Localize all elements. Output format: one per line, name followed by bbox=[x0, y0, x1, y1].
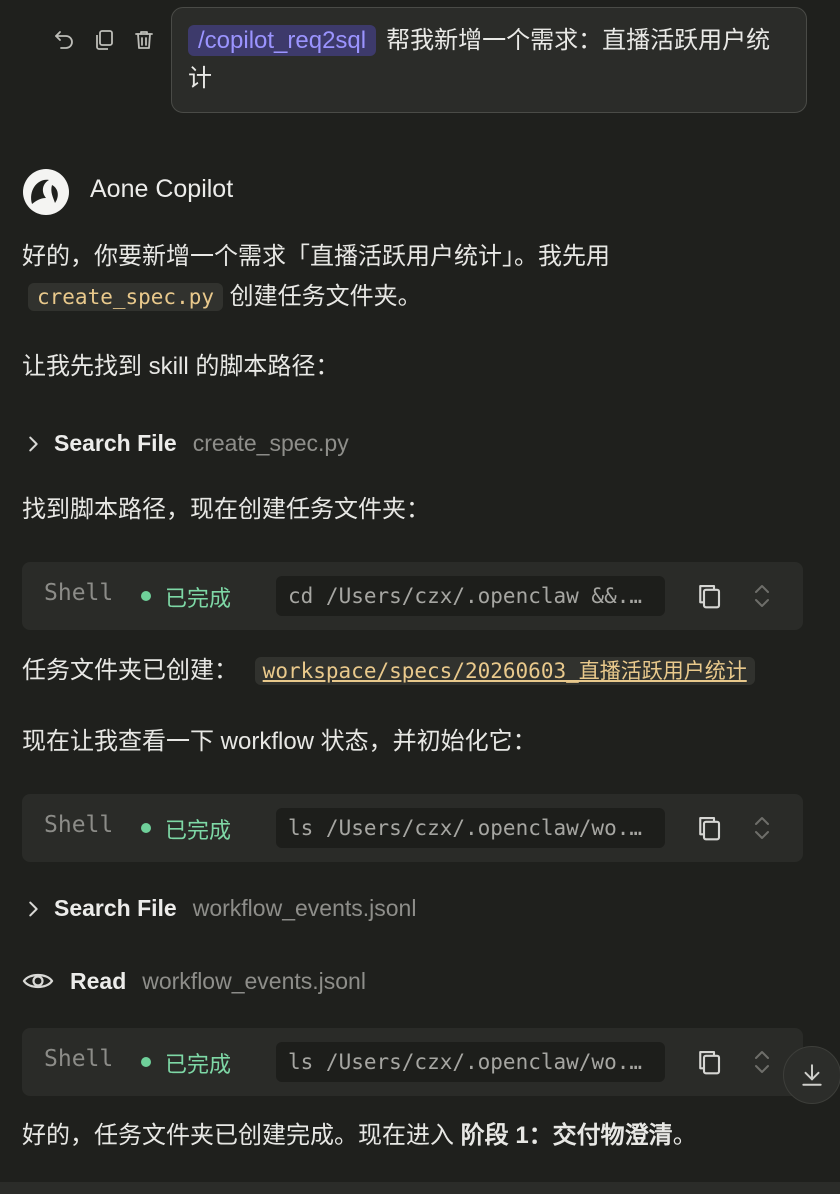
created-path-link[interactable]: workspace/specs/20260603_直播活跃用户统计 bbox=[254, 657, 755, 685]
status-badge: 已完成 bbox=[165, 1052, 232, 1077]
user-message-actions bbox=[50, 26, 158, 54]
copy-icon[interactable] bbox=[694, 813, 724, 843]
chevron-right-icon[interactable] bbox=[22, 898, 44, 920]
tool-target: workflow_events.jsonl bbox=[142, 967, 366, 994]
command-tag: /copilot_req2sql bbox=[188, 25, 377, 56]
status-badge: 已完成 bbox=[165, 586, 232, 611]
expand-collapse-icon[interactable] bbox=[750, 1048, 774, 1076]
copy-icon[interactable] bbox=[694, 1047, 724, 1077]
tool-target: workflow_events.jsonl bbox=[192, 895, 417, 921]
read-file-row[interactable]: Read workflow_events.jsonl bbox=[22, 965, 366, 997]
bottom-input-edge bbox=[0, 1182, 840, 1194]
arrow-down-icon bbox=[802, 1064, 822, 1086]
trash-icon[interactable] bbox=[130, 26, 158, 54]
final-text-line: 好的，任务文件夹已创建完成。现在进入 阶段 1：交付物澄清。 bbox=[22, 1116, 697, 1156]
shell-card-2[interactable]: Shell 已完成 ls /Users/czx/.openclaw/wo... bbox=[22, 794, 803, 862]
copilot-avatar bbox=[23, 169, 69, 215]
eye-icon bbox=[22, 973, 54, 989]
copy-icon[interactable] bbox=[90, 26, 118, 54]
final-text-tail: 。 bbox=[672, 1122, 697, 1149]
final-bold-text: 阶段 1：交付物澄清 bbox=[460, 1122, 673, 1149]
expand-collapse-icon[interactable] bbox=[750, 814, 774, 842]
intro-text-tail: 创建任务文件夹。 bbox=[223, 283, 422, 310]
undo-icon[interactable] bbox=[50, 26, 78, 54]
status-dot bbox=[141, 591, 151, 601]
tool-target: create_spec.py bbox=[192, 430, 349, 456]
chevron-right-icon[interactable] bbox=[22, 433, 44, 455]
search-file-row-1[interactable]: Search File create_spec.py bbox=[22, 430, 349, 457]
created-text-line: 任务文件夹已创建： workspace/specs/20260603_直播活跃用… bbox=[22, 651, 755, 691]
tool-name: Read bbox=[70, 967, 127, 994]
shell-label: Shell bbox=[44, 812, 114, 838]
scroll-to-bottom-button[interactable] bbox=[783, 1046, 840, 1104]
shell-card-3[interactable]: Shell 已完成 ls /Users/czx/.openclaw/wo... bbox=[22, 1028, 803, 1096]
tool-name: Search File bbox=[54, 895, 177, 921]
find-skill-text: 让我先找到 skill 的脚本路径： bbox=[22, 353, 340, 380]
workflow-text: 现在让我查看一下 workflow 状态，并初始化它： bbox=[22, 728, 537, 755]
assistant-name: Aone Copilot bbox=[90, 175, 234, 203]
final-text: 好的，任务文件夹已创建完成。现在进入 bbox=[22, 1122, 461, 1149]
copy-icon[interactable] bbox=[694, 581, 724, 611]
expand-collapse-icon[interactable] bbox=[750, 582, 774, 610]
shell-card-1[interactable]: Shell 已完成 cd /Users/czx/.openclaw &&... bbox=[22, 562, 803, 630]
shell-command[interactable]: cd /Users/czx/.openclaw &&... bbox=[276, 576, 665, 616]
chat-page: /copilot_req2sql 帮我新增一个需求：直播活跃用户统计 Aone C… bbox=[0, 0, 840, 1194]
user-message-bubble: /copilot_req2sql 帮我新增一个需求：直播活跃用户统计 bbox=[171, 7, 807, 113]
search-file-row-2[interactable]: Search File workflow_events.jsonl bbox=[22, 895, 416, 922]
found-text: 找到脚本路径，现在创建任务文件夹： bbox=[22, 496, 430, 523]
shell-command[interactable]: ls /Users/czx/.openclaw/wo... bbox=[276, 808, 665, 848]
shell-command[interactable]: ls /Users/czx/.openclaw/wo... bbox=[276, 1042, 665, 1082]
status-dot bbox=[141, 823, 151, 833]
intro-inline-code: create_spec.py bbox=[28, 283, 224, 311]
shell-label: Shell bbox=[44, 580, 114, 606]
intro-text: 好的，你要新增一个需求「直播活跃用户统计」。我先用 bbox=[22, 243, 610, 270]
tool-name: Search File bbox=[54, 430, 177, 456]
shell-label: Shell bbox=[44, 1046, 114, 1072]
assistant-intro: 好的，你要新增一个需求「直播活跃用户统计」。我先用 create_spec.py… bbox=[22, 237, 722, 317]
created-text: 任务文件夹已创建： bbox=[22, 657, 238, 684]
status-dot bbox=[141, 1057, 151, 1067]
status-badge: 已完成 bbox=[165, 818, 232, 843]
